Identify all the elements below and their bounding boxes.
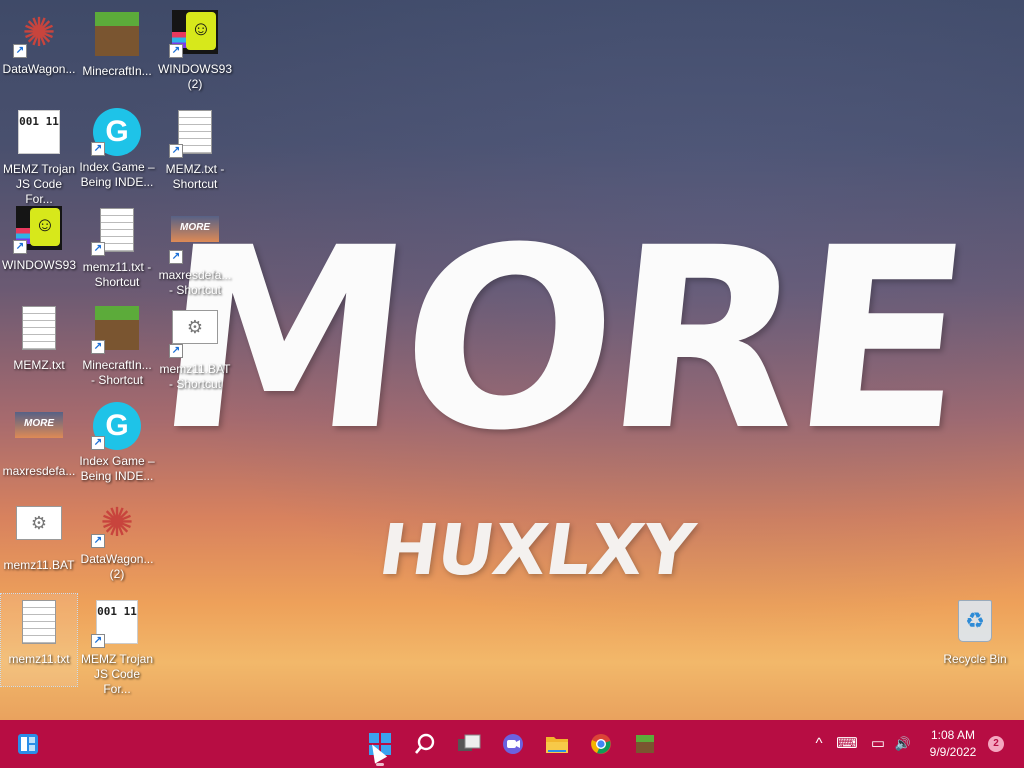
- minecraft-taskbar-button[interactable]: [629, 728, 661, 760]
- volume-icon: 🔊: [894, 736, 912, 751]
- task-view-icon: [458, 734, 481, 751]
- desktop-icon-memz11-txt[interactable]: memz11.txt: [0, 593, 78, 687]
- batch-file-icon: ⚙: [172, 310, 218, 344]
- desktop-icon-memz-txt-shortcut[interactable]: ↗ MEMZ.txt - Shortcut: [157, 104, 233, 196]
- chevron-up-icon: ^: [815, 735, 823, 752]
- chat-icon: [503, 734, 523, 754]
- input-indicator-button[interactable]: ⌨: [836, 720, 858, 768]
- minecraft-icon: [636, 735, 654, 753]
- desktop-icon-memz-trojan-2[interactable]: 001 11 ↗ MEMZ Trojan JS Code For...: [79, 594, 155, 696]
- binary-file-icon: 001 11: [18, 110, 60, 154]
- clock-time: 1:08 AM: [930, 728, 976, 742]
- image-more-icon: MORE: [171, 216, 219, 242]
- file-explorer-button[interactable]: [541, 728, 573, 760]
- icon-label: memz11.txt - Shortcut: [82, 260, 152, 289]
- icon-label: DataWagon...: [2, 62, 76, 76]
- batch-file-icon: ⚙: [16, 506, 62, 540]
- chat-button[interactable]: [497, 728, 529, 760]
- text-file-icon: [22, 600, 56, 644]
- show-hidden-icons-button[interactable]: ^: [810, 720, 828, 768]
- desktop-icon-index-game-2[interactable]: G ↗ Index Game – Being INDE...: [79, 398, 155, 490]
- desktop-icon-maxresdefault-shortcut[interactable]: MORE ↗ maxresdefa... - Shortcut: [157, 202, 233, 297]
- desktop-icon-memz-txt[interactable]: MEMZ.txt: [1, 300, 77, 392]
- icon-label: WINDOWS93 (2): [157, 62, 232, 91]
- search-button[interactable]: [409, 728, 441, 760]
- network-icon: ▭: [870, 735, 886, 752]
- icon-label: MinecraftIn...: [82, 64, 152, 78]
- network-button[interactable]: ▭: [868, 720, 888, 768]
- notification-badge[interactable]: 2: [988, 736, 1004, 752]
- icon-label: maxresdefa...: [2, 464, 76, 478]
- chrome-icon: [591, 734, 611, 754]
- shortcut-arrow-icon: ↗: [91, 634, 105, 648]
- shortcut-arrow-icon: ↗: [91, 242, 105, 256]
- icon-label: MEMZ Trojan JS Code For...: [2, 162, 75, 206]
- shortcut-arrow-icon: ↗: [91, 340, 105, 354]
- icon-label: Recycle Bin: [943, 652, 1007, 666]
- icon-label: memz11.BAT - Shortcut: [159, 362, 231, 391]
- icon-label: MEMZ.txt: [13, 358, 65, 372]
- desktop-icon-memz-trojan[interactable]: 001 11 MEMZ Trojan JS Code For...: [1, 104, 77, 206]
- image-more-icon: MORE: [15, 412, 63, 438]
- desktop-icon-windows93-2[interactable]: ☺ ↗ WINDOWS93 (2): [157, 6, 233, 98]
- icon-label: WINDOWS93: [1, 258, 76, 272]
- desktop-icon-datawagon[interactable]: ✺ ↗ DataWagon...: [1, 6, 77, 98]
- desktop-icon-memz11-bat[interactable]: ⚙ memz11.BAT: [1, 496, 77, 588]
- shortcut-arrow-icon: ↗: [169, 44, 183, 58]
- text-file-icon: [178, 110, 212, 154]
- desktop-icon-minecraft-shortcut[interactable]: ↗ MinecraftIn... - Shortcut: [79, 300, 155, 392]
- minecraft-icon: [95, 12, 139, 56]
- search-icon: [415, 733, 435, 754]
- widgets-button[interactable]: [12, 728, 44, 760]
- recycle-bin-icon: ♻: [958, 600, 992, 642]
- chrome-button[interactable]: [585, 728, 617, 760]
- icon-label: Index Game – Being INDE...: [79, 454, 155, 483]
- desktop-icon-memz11-bat-shortcut[interactable]: ⚙ ↗ memz11.BAT - Shortcut: [157, 300, 233, 392]
- taskbar: ^ ⌨ ▭ 🔊 1:08 AM 9/9/2022 2: [0, 720, 1024, 768]
- desktop-icon-maxresdefault[interactable]: MORE maxresdefa...: [1, 398, 77, 490]
- shortcut-arrow-icon: ↗: [91, 534, 105, 548]
- wallpaper-title: MORE: [144, 194, 976, 485]
- widgets-icon: [18, 734, 38, 754]
- clock-button[interactable]: 1:08 AM 9/9/2022: [918, 727, 988, 761]
- icon-label: DataWagon... (2): [80, 552, 154, 581]
- desktop-icon-index-game[interactable]: G ↗ Index Game – Being INDE...: [79, 104, 155, 196]
- icon-label: MEMZ Trojan JS Code For...: [80, 652, 153, 696]
- volume-button[interactable]: 🔊: [892, 720, 914, 768]
- shortcut-arrow-icon: ↗: [91, 142, 105, 156]
- text-file-icon: [22, 306, 56, 350]
- icon-label: MEMZ.txt - Shortcut: [165, 162, 225, 191]
- shortcut-arrow-icon: ↗: [13, 44, 27, 58]
- clock-date: 9/9/2022: [929, 745, 977, 759]
- file-explorer-icon: [546, 737, 568, 753]
- icon-label: maxresdefa... - Shortcut: [158, 268, 232, 297]
- icon-label: memz11.txt: [8, 652, 70, 666]
- text-file-icon: [100, 208, 134, 252]
- shortcut-arrow-icon: ↗: [169, 344, 183, 358]
- icon-label: Index Game – Being INDE...: [79, 160, 155, 189]
- icon-label: memz11.BAT: [3, 558, 75, 572]
- keyboard-icon: ⌨: [836, 735, 858, 752]
- desktop-icon-datawagon-2[interactable]: ✺ ↗ DataWagon... (2): [79, 496, 155, 588]
- desktop-icon-memz11-txt-shortcut[interactable]: ↗ memz11.txt - Shortcut: [79, 202, 155, 294]
- shortcut-arrow-icon: ↗: [91, 436, 105, 450]
- task-view-button[interactable]: [453, 728, 485, 760]
- shortcut-arrow-icon: ↗: [169, 144, 183, 158]
- shortcut-arrow-icon: ↗: [169, 250, 183, 264]
- wallpaper-subtitle: HUXLXY: [374, 509, 699, 591]
- icon-label: MinecraftIn... - Shortcut: [82, 358, 152, 387]
- desktop-icon-recycle-bin[interactable]: ♻ Recycle Bin: [937, 594, 1013, 686]
- desktop-icon-minecraft-installer[interactable]: MinecraftIn...: [79, 6, 155, 98]
- desktop-icon-windows93[interactable]: ☺ ↗ WINDOWS93: [1, 202, 77, 294]
- shortcut-arrow-icon: ↗: [13, 240, 27, 254]
